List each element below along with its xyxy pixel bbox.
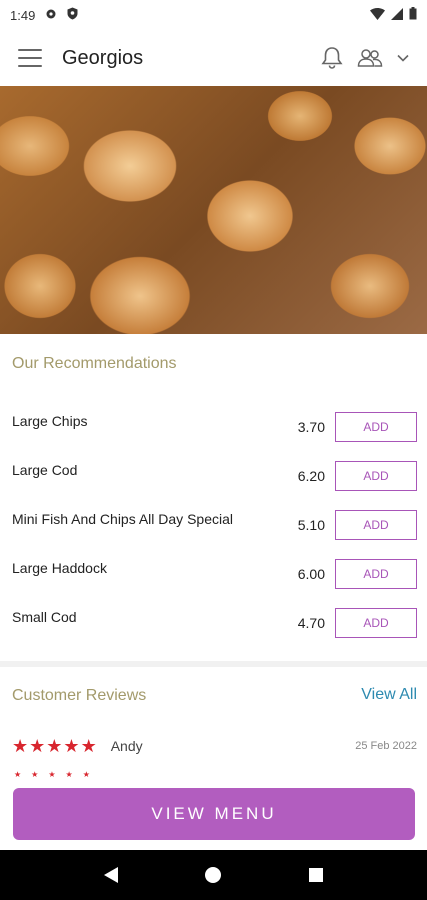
partial-star-rating: ★ ★ ★ ★ ★ bbox=[14, 770, 90, 779]
view-menu-button[interactable]: VIEW MENU bbox=[13, 788, 415, 840]
item-price: 6.00 bbox=[297, 565, 325, 582]
add-button[interactable]: ADD bbox=[335, 460, 417, 491]
status-bar: 1:49 bbox=[0, 0, 427, 30]
wifi-icon bbox=[370, 7, 385, 23]
recommendations-title: Our Recommendations bbox=[12, 355, 177, 372]
chevron-down-icon[interactable] bbox=[397, 54, 409, 62]
view-all-link[interactable]: View All bbox=[361, 686, 417, 704]
item-price: 4.70 bbox=[297, 614, 325, 631]
star-icon: ★ bbox=[82, 770, 90, 779]
star-rating: ★ ★ ★ ★ ★ bbox=[12, 737, 97, 755]
bell-icon[interactable] bbox=[321, 46, 343, 70]
item-price: 3.70 bbox=[297, 418, 325, 435]
back-icon[interactable] bbox=[103, 866, 119, 884]
home-icon[interactable] bbox=[204, 866, 222, 884]
add-button[interactable]: ADD bbox=[335, 607, 417, 638]
shield-icon bbox=[67, 7, 78, 23]
star-icon: ★ bbox=[48, 770, 56, 779]
item-name: Large Cod bbox=[12, 461, 78, 478]
recommendations-list: Large Chips 3.70 ADD Large Cod 6.20 ADD … bbox=[0, 402, 427, 647]
star-icon: ★ bbox=[29, 736, 46, 756]
gear-icon bbox=[45, 8, 57, 23]
signal-icon bbox=[391, 7, 403, 23]
item-name: Mini Fish And Chips All Day Special bbox=[12, 510, 233, 527]
add-button[interactable]: ADD bbox=[335, 558, 417, 589]
battery-icon bbox=[409, 7, 417, 23]
star-icon: ★ bbox=[46, 736, 63, 756]
list-item: Small Cod 4.70 ADD bbox=[0, 598, 427, 647]
list-item: Mini Fish And Chips All Day Special 5.10… bbox=[0, 500, 427, 549]
add-button[interactable]: ADD bbox=[335, 509, 417, 540]
section-divider bbox=[0, 661, 427, 667]
star-icon: ★ bbox=[65, 770, 73, 779]
item-name: Large Haddock bbox=[12, 559, 107, 576]
item-name: Small Cod bbox=[12, 608, 77, 625]
item-name: Large Chips bbox=[12, 412, 88, 429]
navigation-bar bbox=[0, 850, 427, 900]
app-bar: Georgios bbox=[0, 30, 427, 86]
recents-icon[interactable] bbox=[308, 867, 324, 883]
users-icon[interactable] bbox=[357, 48, 383, 68]
page-title: Georgios bbox=[62, 46, 144, 69]
review-date: 25 Feb 2022 bbox=[355, 740, 417, 752]
list-item: Large Chips 3.70 ADD bbox=[0, 402, 427, 451]
status-time: 1:49 bbox=[10, 7, 36, 23]
list-item: Large Haddock 6.00 ADD bbox=[0, 549, 427, 598]
menu-icon[interactable] bbox=[18, 49, 42, 67]
hero-image bbox=[0, 86, 427, 334]
star-icon: ★ bbox=[31, 770, 39, 779]
star-icon: ★ bbox=[12, 736, 29, 756]
item-price: 5.10 bbox=[297, 516, 325, 533]
item-price: 6.20 bbox=[297, 467, 325, 484]
list-item: Large Cod 6.20 ADD bbox=[0, 451, 427, 500]
reviews-title: Customer Reviews bbox=[12, 687, 147, 704]
star-icon: ★ bbox=[80, 736, 97, 756]
star-icon: ★ bbox=[63, 736, 80, 756]
reviewer-name: Andy bbox=[110, 738, 143, 754]
review-item: ★ ★ ★ ★ ★ Andy 25 Feb 2022 bbox=[12, 737, 417, 755]
add-button[interactable]: ADD bbox=[335, 411, 417, 442]
star-icon: ★ bbox=[14, 770, 22, 779]
